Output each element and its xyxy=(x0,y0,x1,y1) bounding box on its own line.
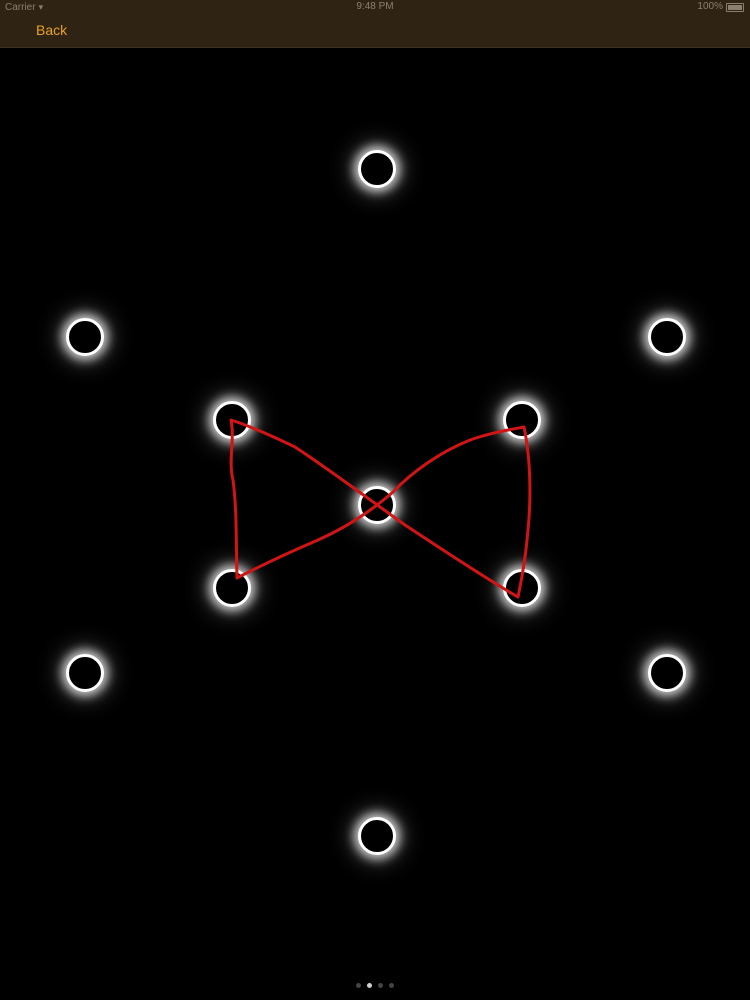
pattern-dot[interactable] xyxy=(503,569,541,607)
pattern-dot[interactable] xyxy=(358,150,396,188)
back-button[interactable]: Back xyxy=(36,22,67,38)
pattern-dot[interactable] xyxy=(213,401,251,439)
battery-status: 100% xyxy=(697,0,744,14)
pattern-dot[interactable] xyxy=(66,318,104,356)
page-dot[interactable] xyxy=(356,983,361,988)
pattern-dot[interactable] xyxy=(66,654,104,692)
page-dot[interactable] xyxy=(378,983,383,988)
pattern-grid[interactable] xyxy=(0,48,750,1000)
pattern-dot[interactable] xyxy=(648,654,686,692)
status-time: 9:48 PM xyxy=(356,1,394,12)
page-indicator[interactable] xyxy=(0,983,750,988)
navigation-bar: Back xyxy=(0,14,750,48)
status-bar: Carrier ▾ 9:48 PM 100% xyxy=(0,0,750,14)
pattern-dot[interactable] xyxy=(213,569,251,607)
battery-icon xyxy=(726,2,744,12)
page-dot[interactable] xyxy=(389,983,394,988)
pattern-dot[interactable] xyxy=(503,401,541,439)
page-dot-active[interactable] xyxy=(367,983,372,988)
pattern-dot[interactable] xyxy=(648,318,686,356)
pattern-dot[interactable] xyxy=(358,486,396,524)
pattern-dot[interactable] xyxy=(358,817,396,855)
battery-percent: 100% xyxy=(697,1,723,12)
